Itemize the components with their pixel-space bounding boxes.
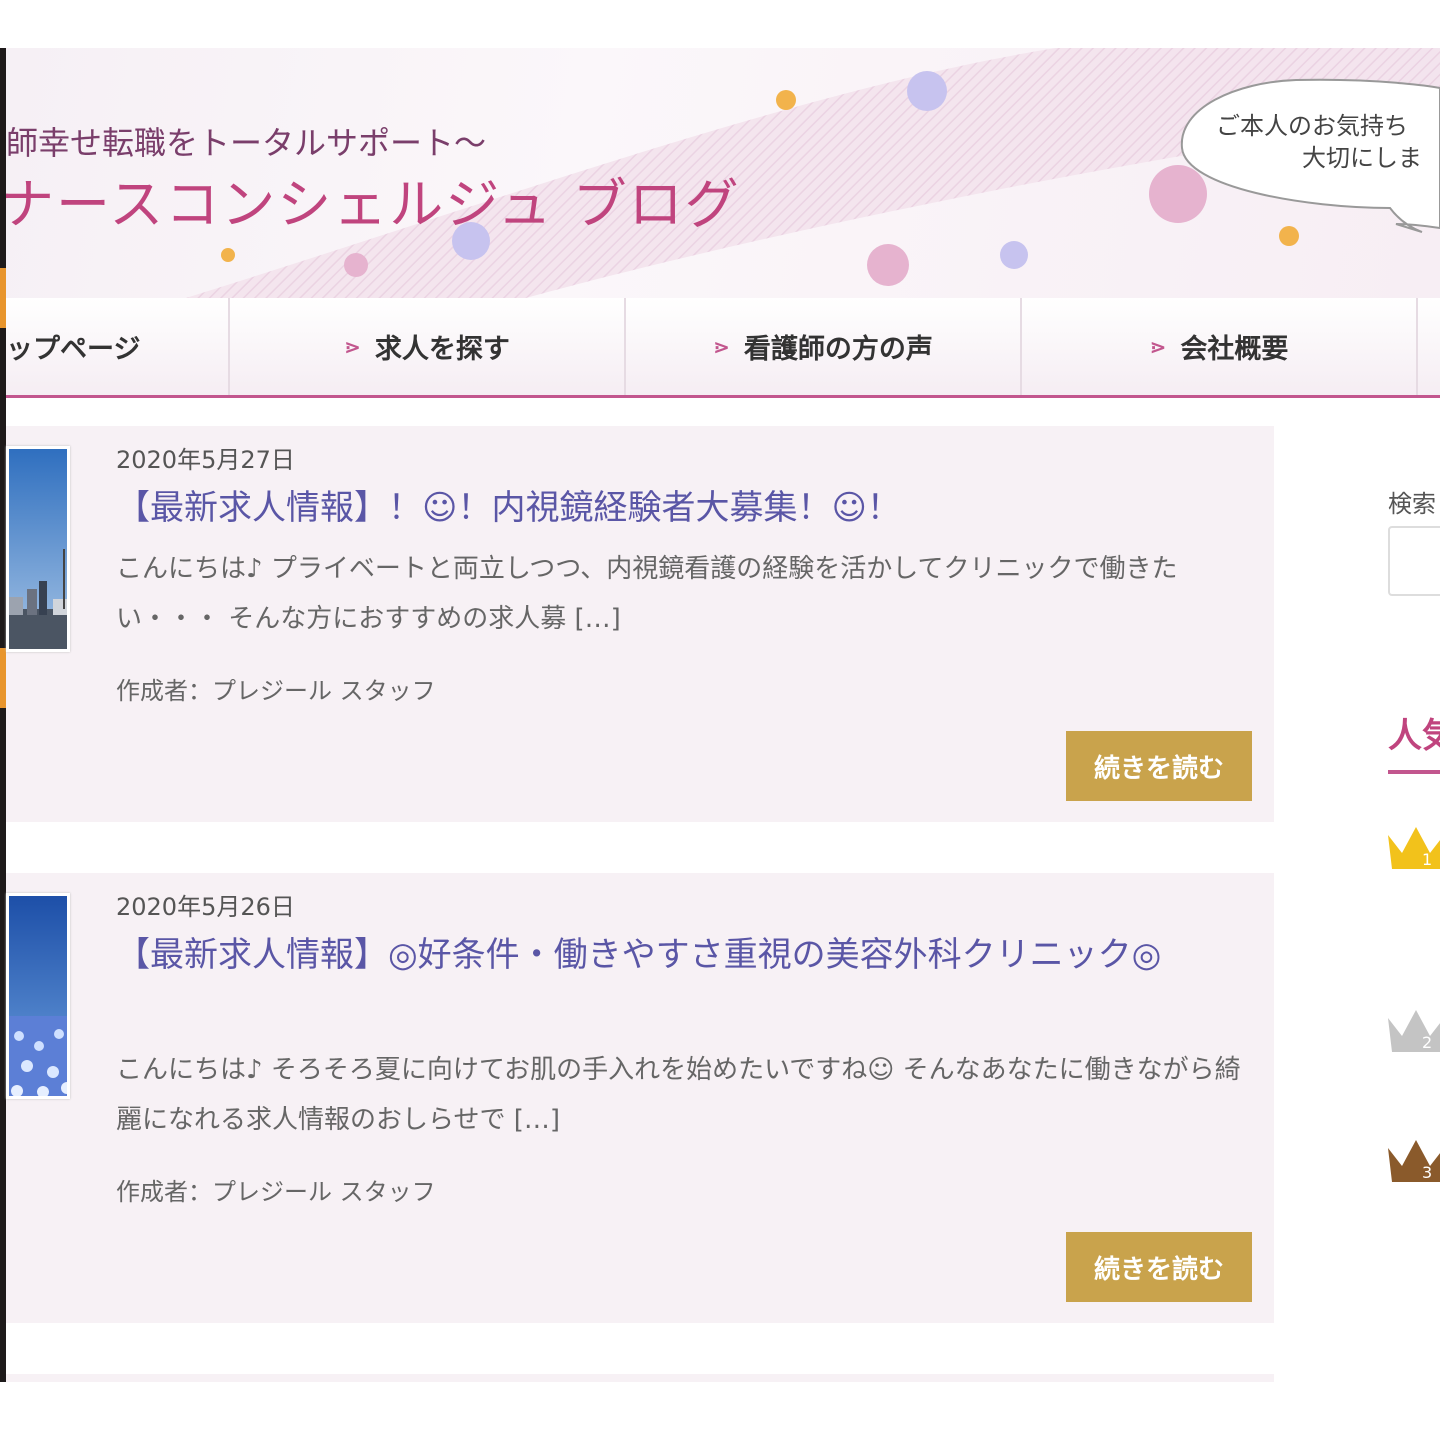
post-author: 作成者：プレジール スタッフ — [116, 677, 436, 705]
rank-number: 3 — [1422, 1163, 1432, 1182]
post-date: 2020年5月26日 — [116, 893, 295, 921]
post-thumbnail-image — [9, 449, 67, 649]
main-navigation: ップページ ⋗ 求人を探す ⋗ 看護師の方の声 ⋗ 会社概要 — [6, 298, 1440, 398]
post-card — [6, 1374, 1274, 1382]
post-excerpt: こんにちは♪ そろそろ夏に向けてお肌の手入れを始めたいですね☺ そんなあなたに働… — [116, 1055, 1241, 1135]
read-more-button[interactable]: 続きを読む — [1066, 731, 1252, 801]
nav-item-label: 看護師の方の声 — [743, 334, 933, 365]
blog-page: 師幸せ転職をトータルサポート～ ナースコンシェルジュ ブログ ご本人のお気持ち … — [0, 48, 1440, 1382]
bubble-line-2: 大切にしま — [1302, 144, 1422, 172]
chevron-right-icon: ⋗ — [713, 334, 730, 359]
site-title[interactable]: ナースコンシェルジュ ブログ — [6, 160, 741, 239]
post-card: 2020年5月26日 【最新求人情報】◎好条件・働きやすさ重視の美容外科クリニッ… — [6, 873, 1274, 1323]
bubble-line-1: ご本人のお気持ち — [1216, 112, 1408, 140]
nav-item-label: 会社概要 — [1180, 334, 1289, 365]
read-more-button[interactable]: 続きを読む — [1066, 1232, 1252, 1302]
post-thumbnail[interactable] — [6, 893, 70, 1099]
header-banner: 師幸せ転職をトータルサポート～ ナースコンシェルジュ ブログ ご本人のお気持ち … — [6, 48, 1440, 298]
rank-number: 2 — [1422, 1033, 1432, 1052]
chevron-right-icon: ⋗ — [344, 334, 361, 359]
post-author: 作成者：プレジール スタッフ — [116, 1178, 436, 1206]
nav-item-label: 求人を探す — [374, 334, 510, 365]
search-label: 検索 — [1388, 490, 1436, 518]
popular-title-underline — [1388, 770, 1440, 774]
post-card: 2020年5月27日 【最新求人情報】！☺！内視鏡経験者大募集！☺！ こんにちは… — [6, 426, 1274, 822]
rank-2-crown-icon: 2 — [1386, 1006, 1440, 1060]
post-title[interactable]: 【最新求人情報】◎好条件・働きやすさ重視の美容外科クリニック◎ — [116, 927, 1256, 983]
speech-bubble-text: ご本人のお気持ち 大切にしま — [1216, 110, 1440, 174]
rank-1-crown-icon: 1 — [1386, 823, 1440, 877]
site-tagline: 師幸せ転職をトータルサポート～ — [6, 124, 487, 162]
post-thumbnail[interactable] — [6, 446, 70, 652]
post-title[interactable]: 【最新求人情報】！☺！内視鏡経験者大募集！☺！ — [116, 480, 1256, 536]
nav-item-label: ップページ — [6, 334, 141, 365]
post-date: 2020年5月27日 — [116, 446, 295, 474]
post-thumbnail-image — [9, 896, 67, 1096]
post-excerpt: こんにちは♪ プライベートと両立しつつ、内視鏡看護の経験を活かしてクリニックで働… — [116, 554, 1178, 634]
nav-item-top-page[interactable]: ップページ — [6, 298, 230, 395]
search-input[interactable] — [1388, 526, 1440, 596]
nav-item-nurse-voices[interactable]: ⋗ 看護師の方の声 — [626, 298, 1022, 395]
nav-item-job-search[interactable]: ⋗ 求人を探す — [230, 298, 626, 395]
rank-3-crown-icon: 3 — [1386, 1136, 1440, 1190]
rank-number: 1 — [1422, 850, 1432, 869]
popular-posts-title: 人気 — [1388, 716, 1440, 756]
chevron-right-icon: ⋗ — [1149, 334, 1167, 359]
nav-item-company[interactable]: ⋗ 会社概要 — [1022, 298, 1418, 395]
